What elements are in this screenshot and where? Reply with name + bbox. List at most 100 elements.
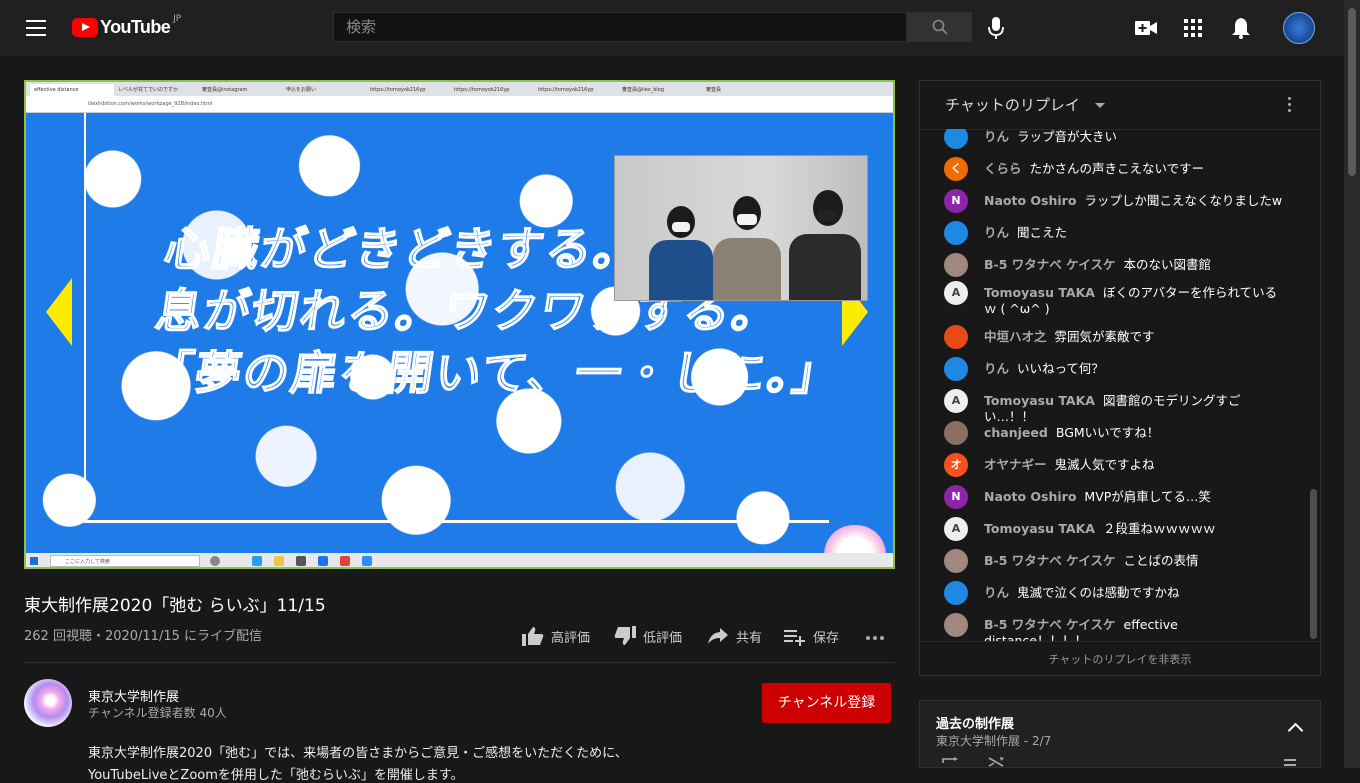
captured-browser-tabs: effective distance レベルが充てでいのですか 審査員@inst… bbox=[26, 82, 893, 96]
chat-message-text: ことばの表情 bbox=[1123, 553, 1199, 568]
playlist-title[interactable]: 過去の制作展 bbox=[936, 713, 1014, 732]
chat-author-avatar[interactable] bbox=[944, 549, 968, 573]
microphone-icon[interactable] bbox=[988, 16, 1004, 40]
chat-author-name[interactable]: chanjeed bbox=[984, 425, 1048, 440]
chat-author-avatar[interactable] bbox=[944, 613, 968, 637]
chat-author-name[interactable]: りん bbox=[984, 225, 1009, 240]
captured-tab: 申込をお願い bbox=[286, 87, 317, 93]
chat-author-avatar[interactable] bbox=[944, 253, 968, 277]
exhibition-logo-stamp bbox=[824, 525, 886, 553]
apps-grid-icon[interactable] bbox=[1184, 19, 1202, 37]
save-button[interactable]: 保存 bbox=[784, 626, 839, 646]
notifications-bell-icon[interactable] bbox=[1231, 17, 1251, 39]
captured-taskbar-search: ここに入力して検索 bbox=[50, 555, 200, 567]
chat-author-avatar[interactable] bbox=[944, 129, 968, 149]
chat-author-name[interactable]: 中垣ハオ之 bbox=[984, 329, 1047, 344]
captured-tab: https://tomoyok216yp bbox=[454, 87, 510, 93]
chat-message-text: 鬼滅で泣くのは感動ですかね bbox=[1017, 585, 1180, 600]
captured-tab: 審査員@instagram bbox=[202, 87, 248, 93]
chat-more-icon[interactable] bbox=[1288, 97, 1292, 115]
top-bar: YouTube JP 検索 bbox=[0, 0, 1344, 56]
taskbar-zoom-icon bbox=[362, 556, 372, 566]
chat-author-name[interactable]: りん bbox=[984, 361, 1009, 376]
chat-author-name[interactable]: Tomoyasu TAKA bbox=[984, 521, 1095, 536]
person-figure bbox=[645, 200, 717, 300]
hamburger-menu-icon[interactable] bbox=[26, 20, 46, 36]
chat-author-avatar[interactable]: オ bbox=[944, 453, 968, 477]
chat-author-name[interactable]: Naoto Oshiro bbox=[984, 489, 1076, 504]
chat-author-avatar[interactable] bbox=[944, 357, 968, 381]
chat-author-avatar[interactable]: N bbox=[944, 485, 968, 509]
chat-message-text: BGMいいですね！ bbox=[1055, 425, 1160, 440]
search-icon bbox=[932, 19, 948, 35]
create-video-icon[interactable] bbox=[1134, 18, 1158, 38]
account-avatar[interactable] bbox=[1283, 12, 1315, 44]
hide-chat-replay-button[interactable]: チャットのリプレイを非表示 bbox=[920, 641, 1320, 678]
chat-scrollbar-thumb[interactable] bbox=[1310, 489, 1317, 639]
logo-region: JP bbox=[173, 14, 182, 24]
chat-message-text: 雰囲気が素敵です bbox=[1054, 329, 1155, 344]
share-icon bbox=[708, 628, 728, 644]
playlist-menu-icon[interactable] bbox=[1284, 757, 1300, 767]
chat-author-name[interactable]: りん bbox=[984, 129, 1009, 144]
chat-author-avatar[interactable]: A bbox=[944, 517, 968, 541]
share-label: 共有 bbox=[736, 630, 763, 646]
chat-author-avatar[interactable]: A bbox=[944, 389, 968, 413]
chat-message-list[interactable]: りん ラップ音が大きいくくらら たかさんの声きこえないですー N Naoto Oshir… bbox=[920, 129, 1308, 641]
share-button[interactable]: 共有 bbox=[707, 626, 762, 646]
chat-message-text: 本のない図書館 bbox=[1123, 257, 1212, 272]
chat-message-text: ラップ音が大きい bbox=[1017, 129, 1118, 144]
shuffle-icon[interactable] bbox=[988, 757, 1004, 767]
dislike-button[interactable]: 低評価 bbox=[614, 626, 682, 646]
chat-author-name[interactable]: りん bbox=[984, 585, 1009, 600]
thumbs-up-icon bbox=[522, 627, 544, 646]
chat-message-text: 鬼滅人気ですよね bbox=[1054, 457, 1155, 472]
page-scrollbar-thumb[interactable] bbox=[1348, 8, 1356, 176]
captured-tab: https://tomoyok216yp bbox=[370, 87, 426, 93]
captured-tab: レベルが充てでいのですか bbox=[118, 87, 179, 93]
chat-message-text: ２段重ねｗｗｗｗｗ bbox=[1102, 521, 1216, 536]
channel-avatar[interactable] bbox=[24, 679, 72, 727]
slide-stage: 心臓がどきどきする。 息が切れる。ワクワクする。 「夢の扉を開いて、一・しに。」 bbox=[26, 113, 893, 553]
video-player[interactable]: effective distance レベルが充てでいのですか 審査員@inst… bbox=[24, 80, 895, 569]
add-to-playlist-icon bbox=[784, 630, 805, 646]
chat-author-name[interactable]: Tomoyasu TAKA bbox=[984, 285, 1095, 300]
chat-mode-dropdown-icon[interactable] bbox=[1095, 103, 1105, 108]
dislike-label: 低評価 bbox=[643, 630, 683, 646]
channel-name[interactable]: 東京大学制作展 bbox=[88, 686, 179, 705]
taskbar-cortana-icon bbox=[210, 556, 220, 566]
like-label: 高評価 bbox=[551, 630, 591, 646]
chat-author-avatar[interactable] bbox=[944, 325, 968, 349]
chat-author-name[interactable]: くらら bbox=[984, 161, 1022, 176]
thumbs-down-icon bbox=[614, 626, 636, 645]
chat-author-avatar[interactable] bbox=[944, 221, 968, 245]
person-figure bbox=[787, 188, 863, 300]
captured-browser-url-bar: iiiexhibition.com/works/workpage_92B/ind… bbox=[26, 96, 893, 113]
chat-author-name[interactable]: B-5 ワタナベ ケイスケ bbox=[984, 257, 1116, 272]
chat-author-name[interactable]: Naoto Oshiro bbox=[984, 193, 1076, 208]
playlist-panel[interactable]: 過去の制作展 東京大学制作展 - 2/7 bbox=[919, 700, 1321, 768]
captured-tab: 審査員@ilex_blog bbox=[622, 87, 665, 93]
chat-author-avatar[interactable] bbox=[944, 581, 968, 605]
chat-scrollbar[interactable] bbox=[1308, 129, 1320, 641]
like-button[interactable]: 高評価 bbox=[522, 626, 590, 646]
chat-author-name[interactable]: オヤナギー bbox=[984, 457, 1047, 472]
chat-author-name[interactable]: B-5 ワタナベ ケイスケ bbox=[984, 617, 1116, 632]
chat-author-name[interactable]: B-5 ワタナベ ケイスケ bbox=[984, 553, 1116, 568]
loop-icon[interactable] bbox=[942, 757, 958, 767]
chat-author-avatar[interactable]: く bbox=[944, 157, 968, 181]
chat-author-avatar[interactable] bbox=[944, 421, 968, 445]
chat-author-avatar[interactable]: A bbox=[944, 281, 968, 305]
slide-prev-arrow-icon bbox=[46, 278, 72, 346]
chat-title[interactable]: チャットのリプレイ bbox=[945, 94, 1080, 115]
youtube-logo[interactable]: YouTube JP bbox=[72, 14, 182, 39]
search-button[interactable] bbox=[907, 12, 972, 42]
chat-author-name[interactable]: Tomoyasu TAKA bbox=[984, 393, 1095, 408]
collapse-chevron-icon[interactable] bbox=[1287, 722, 1304, 739]
subscribe-button[interactable]: チャンネル登録 bbox=[762, 683, 891, 723]
more-actions-icon[interactable] bbox=[865, 635, 885, 641]
chat-replay-panel: チャットのリプレイ りん ラップ音が大きいくくらら たかさんの声きこえないですー N N… bbox=[919, 80, 1321, 676]
chat-author-avatar[interactable]: N bbox=[944, 189, 968, 213]
search-input[interactable]: 検索 bbox=[333, 12, 907, 42]
page-scrollbar[interactable] bbox=[1344, 0, 1360, 768]
